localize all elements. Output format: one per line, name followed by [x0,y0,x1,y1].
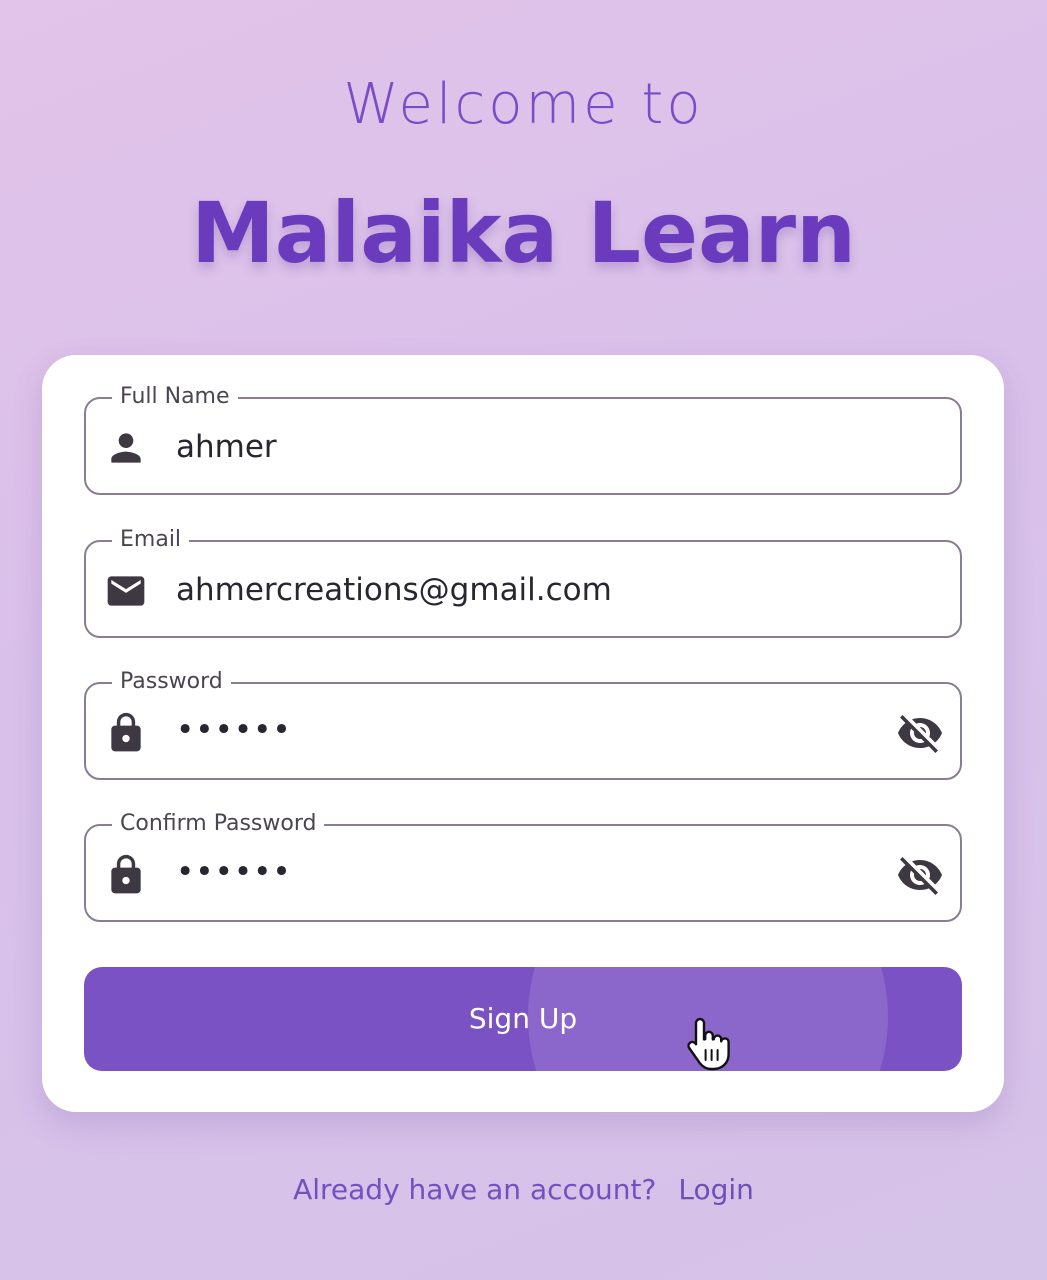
email-input[interactable]: ahmercreations@gmail.com [176,570,612,610]
login-prompt-text: Already have an account? [293,1173,657,1206]
full-name-label: Full Name [112,383,238,411]
login-link[interactable]: Login [678,1173,754,1206]
confirm-password-input[interactable]: •••••• [176,852,292,892]
welcome-heading: Welcome to [343,72,704,137]
signup-card: Full Name ahmer Email ahmercreations@gma… [42,355,1004,1112]
hand-cursor-icon [686,1016,730,1072]
password-input[interactable]: •••••• [176,710,292,750]
confirm-password-field[interactable]: Confirm Password •••••• [84,810,962,922]
sign-up-label: Sign Up [468,1002,578,1035]
lock-icon [104,711,148,755]
email-field[interactable]: Email ahmercreations@gmail.com [84,526,962,638]
password-field[interactable]: Password •••••• [84,668,962,780]
login-prompt-row: Already have an account? Login [0,1170,1047,1210]
full-name-field[interactable]: Full Name ahmer [84,383,962,495]
sign-up-button[interactable]: Sign Up [84,967,962,1071]
full-name-input[interactable]: ahmer [176,427,277,467]
eye-off-icon[interactable] [894,851,946,899]
person-icon [104,426,148,470]
password-label: Password [112,668,231,696]
mail-icon [104,569,148,613]
email-label: Email [112,526,190,554]
lock-icon [104,853,148,897]
confirm-password-label: Confirm Password [112,810,325,838]
eye-off-icon[interactable] [894,709,946,757]
brand-title: Malaika Learn [191,184,856,282]
